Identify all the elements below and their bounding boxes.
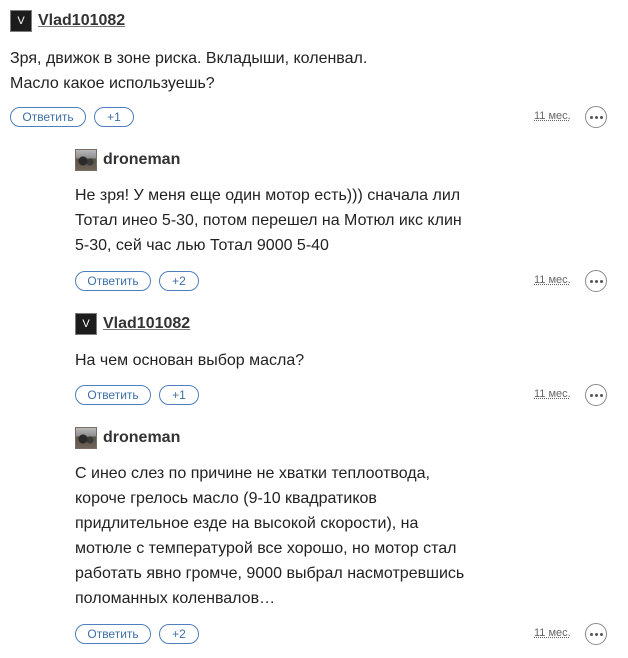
comment-header: V Vlad101082 [10,10,125,32]
comment-text-line: Тотал инео 5-30, потом перешел на Мотюл … [75,212,462,229]
comment-actions: Ответить +2 [75,270,199,292]
author-link[interactable]: Vlad101082 [38,12,125,30]
avatar[interactable]: V [10,10,32,32]
reply-button[interactable]: Ответить [75,624,151,644]
vote-button[interactable]: +2 [159,271,199,291]
comment-time[interactable]: 11 мес. [534,110,571,122]
comment-text-line: С инео слез по причине не хватки теплоот… [75,465,430,482]
author-link[interactable]: droneman [103,151,180,169]
vote-button[interactable]: +1 [159,385,199,405]
reply-button[interactable]: Ответить [75,271,151,291]
comment-time[interactable]: 11 мес. [534,274,571,286]
vote-button[interactable]: +2 [159,624,199,644]
comment-actions: Ответить +1 [10,106,134,128]
comment-text: С инео слез по причине не хватки теплоот… [75,461,464,611]
more-options-icon[interactable] [585,623,607,645]
comment-text-line: короче грелось масло (9-10 квадратиков [75,490,377,507]
comment-text-line: Не зря! У меня еще один мотор есть))) сн… [75,187,461,204]
avatar[interactable]: V [75,313,97,335]
comment-text-line: работать явно громче, 9000 выбрал насмот… [75,565,465,582]
comment-actions: Ответить +1 [75,384,199,406]
more-options-icon[interactable] [585,270,607,292]
comment-text: Зря, движок в зоне риска. Вкладыши, коле… [10,46,367,96]
more-options-icon[interactable] [585,106,607,128]
comment-header: droneman [75,149,180,171]
comment-text-line: придлительное езде на высокой скорости),… [75,515,419,532]
comment-time[interactable]: 11 мес. [534,388,571,400]
author-link[interactable]: droneman [103,429,180,447]
vote-button[interactable]: +1 [94,107,134,127]
more-options-icon[interactable] [585,384,607,406]
comment-text-line: поломанных коленвалов… [75,590,276,607]
comment-header: droneman [75,427,180,449]
comment-text-line: Зря, движок в зоне риска. Вкладыши, коле… [10,50,368,67]
comment-text-line: Масло какое используешь? [10,75,215,92]
comment-text-line: мотюле с температурой все хорошо, но мот… [75,540,457,557]
comment-header: V Vlad101082 [75,313,190,335]
avatar[interactable] [75,149,97,171]
reply-button[interactable]: Ответить [10,107,86,127]
comment-time[interactable]: 11 мес. [534,627,571,639]
comment-text: Не зря! У меня еще один мотор есть))) сн… [75,183,462,258]
comment-text-line: На чем основан выбор масла? [75,352,305,369]
comment-actions: Ответить +2 [75,623,199,645]
reply-button[interactable]: Ответить [75,385,151,405]
avatar[interactable] [75,427,97,449]
author-link[interactable]: Vlad101082 [103,315,190,333]
comment-text-line: 5-30, сей час лью Тотал 9000 5-40 [75,237,329,254]
comment-text: На чем основан выбор масла? [75,348,304,373]
